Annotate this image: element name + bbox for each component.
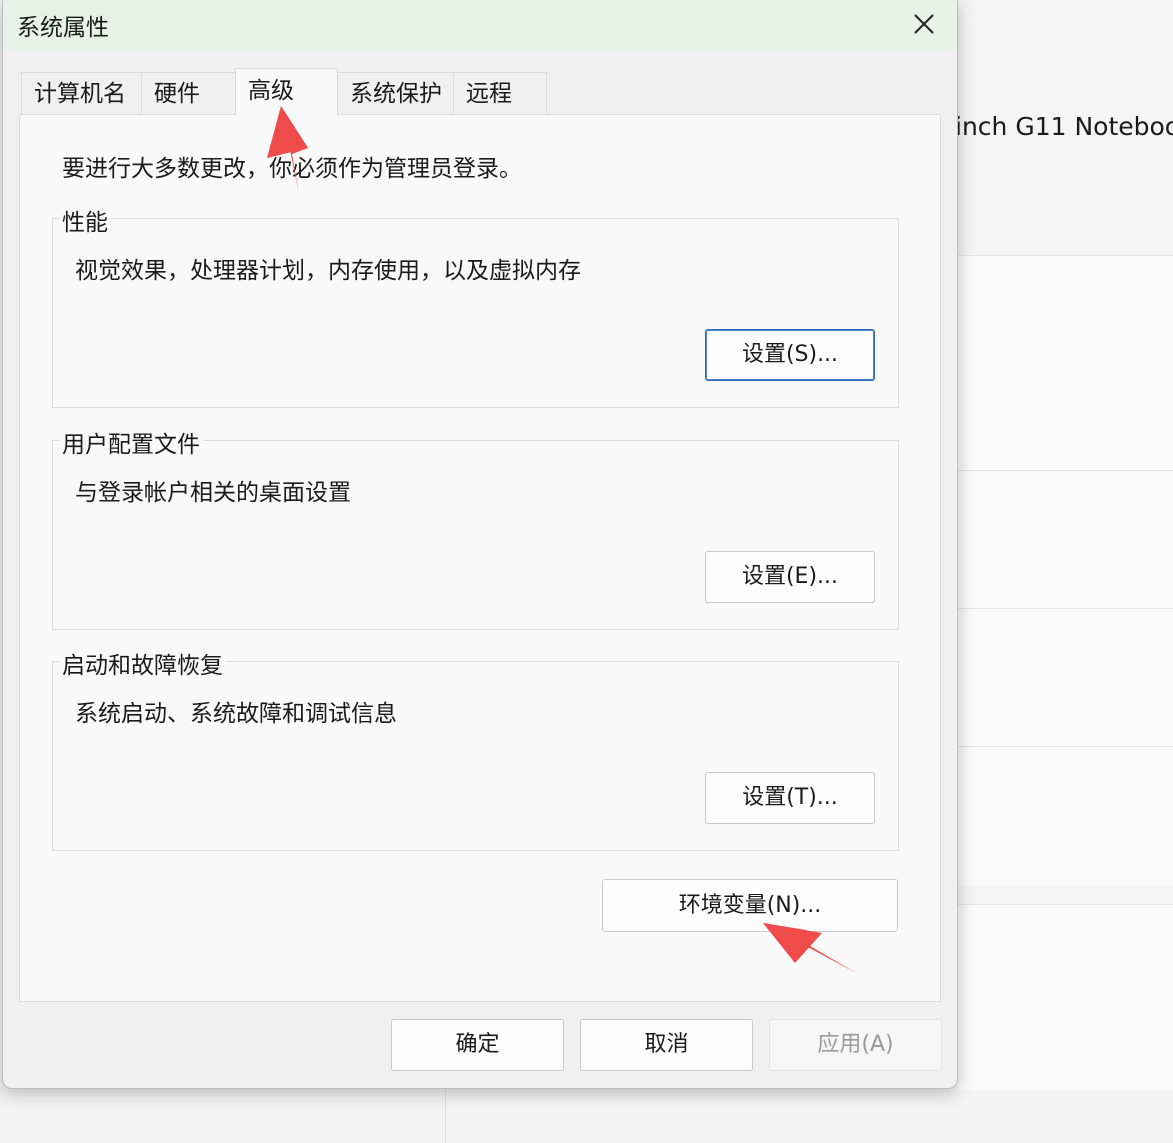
group-legend: 用户配置文件 xyxy=(59,425,203,459)
tab-remote[interactable]: 远程 xyxy=(453,72,547,114)
close-icon xyxy=(914,14,934,34)
background-card xyxy=(957,746,1173,885)
group-description: 与登录帐户相关的桌面设置 xyxy=(75,480,351,506)
background-card xyxy=(957,470,1173,609)
group-legend: 启动和故障恢复 xyxy=(59,646,226,680)
group-legend: 性能 xyxy=(59,203,111,237)
group-description: 系统启动、系统故障和调试信息 xyxy=(75,701,397,727)
advanced-tab-panel: 要进行大多数更改，你必须作为管理员登录。 性能 视觉效果，处理器计划，内存使用，… xyxy=(19,114,941,1002)
cancel-button[interactable]: 取消 xyxy=(580,1019,753,1071)
title-bar: 系统属性 xyxy=(3,0,957,50)
user-profiles-settings-button[interactable]: 设置(E)... xyxy=(705,551,875,603)
group-description: 视觉效果，处理器计划，内存使用，以及虚拟内存 xyxy=(75,258,581,284)
system-properties-dialog: 系统属性 计算机名 硬件 高级 系统保护 远程 要进行大多数更改，你必须作为管理… xyxy=(2,0,958,1089)
environment-variables-button[interactable]: 环境变量(N)... xyxy=(602,879,898,932)
background-card xyxy=(957,608,1173,747)
admin-note: 要进行大多数更改，你必须作为管理员登录。 xyxy=(62,156,522,182)
apply-button[interactable]: 应用(A) xyxy=(769,1019,942,1071)
user-profiles-group: 用户配置文件 与登录帐户相关的桌面设置 设置(E)... xyxy=(52,425,899,630)
tab-computer-name[interactable]: 计算机名 xyxy=(21,72,142,114)
dialog-title: 系统属性 xyxy=(17,15,109,41)
tab-label: 硬件 xyxy=(154,81,200,107)
performance-group: 性能 视觉效果，处理器计划，内存使用，以及虚拟内存 设置(S)... xyxy=(52,203,899,408)
tab-hardware[interactable]: 硬件 xyxy=(141,72,236,114)
close-button[interactable] xyxy=(899,2,949,46)
tab-label: 远程 xyxy=(466,81,512,107)
background-card xyxy=(957,255,1173,471)
background-bottom-strip xyxy=(445,1090,1173,1143)
background-window-title: inch G11 Notebook xyxy=(955,112,1173,141)
tab-system-protection[interactable]: 系统保护 xyxy=(337,72,454,114)
startup-recovery-settings-button[interactable]: 设置(T)... xyxy=(705,772,875,824)
tab-label: 计算机名 xyxy=(34,81,126,107)
performance-settings-button[interactable]: 设置(S)... xyxy=(705,329,875,381)
startup-recovery-group: 启动和故障恢复 系统启动、系统故障和调试信息 设置(T)... xyxy=(52,646,899,851)
ok-button[interactable]: 确定 xyxy=(391,1019,564,1071)
tab-advanced[interactable]: 高级 xyxy=(235,68,338,116)
tab-label: 系统保护 xyxy=(350,81,442,107)
background-card xyxy=(957,904,1173,1119)
tab-label: 高级 xyxy=(248,78,294,104)
